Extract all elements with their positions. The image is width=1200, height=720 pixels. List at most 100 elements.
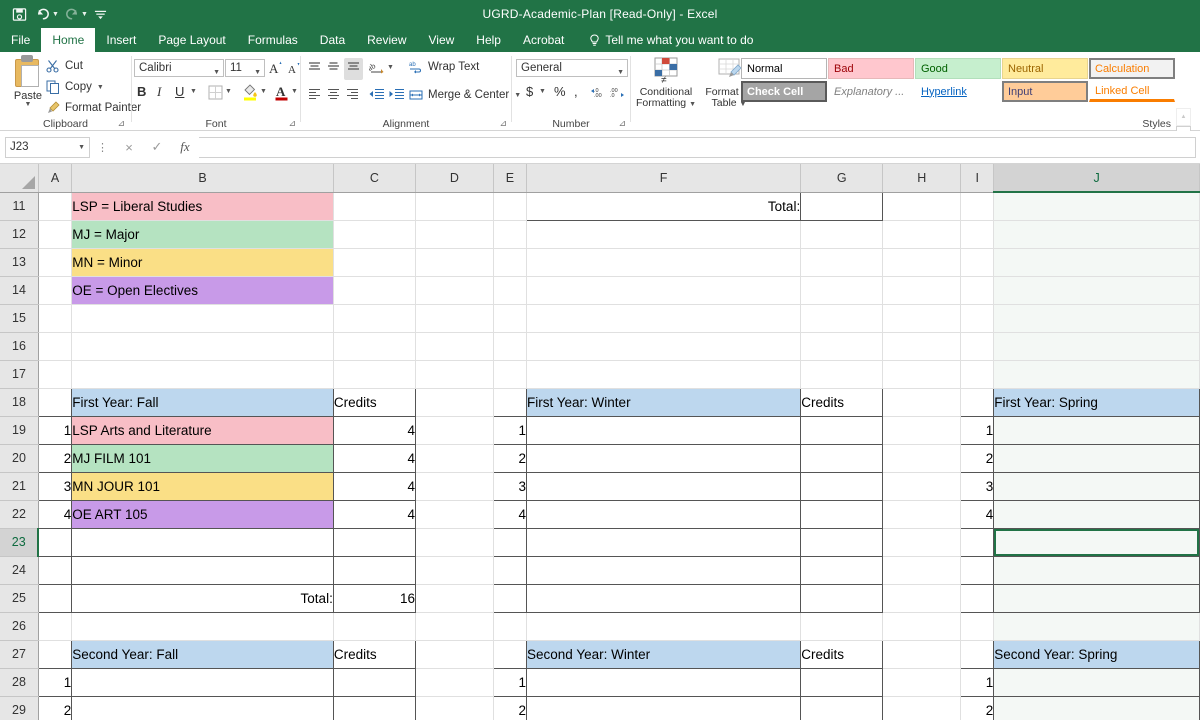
cell-F14[interactable] xyxy=(527,276,801,304)
cell-F24[interactable] xyxy=(527,556,801,584)
cell-H24[interactable] xyxy=(883,556,961,584)
font-size-input[interactable]: 11 ▼ xyxy=(225,59,265,77)
decrease-decimal-button[interactable]: .00.0 xyxy=(610,85,627,102)
tab-review[interactable]: Review xyxy=(356,28,417,52)
name-box[interactable]: J23 ▼ xyxy=(5,137,90,158)
cell-A14[interactable] xyxy=(38,276,71,304)
cell-A27[interactable] xyxy=(38,640,71,668)
cell-F22[interactable] xyxy=(527,500,801,528)
cell-B13[interactable]: MN = Minor xyxy=(72,248,334,276)
cell-C23[interactable] xyxy=(333,528,415,556)
cell-F29[interactable] xyxy=(527,696,801,720)
cell-J18[interactable]: First Year: Spring xyxy=(994,388,1200,416)
cell-C13[interactable] xyxy=(333,248,415,276)
column-header-a[interactable]: A xyxy=(38,164,71,192)
align-center-button[interactable] xyxy=(326,88,341,103)
column-header-h[interactable]: H xyxy=(883,164,961,192)
column-header-b[interactable]: B xyxy=(72,164,334,192)
tab-help[interactable]: Help xyxy=(465,28,512,52)
cell-E12[interactable] xyxy=(493,220,526,248)
cell-C19[interactable]: 4 xyxy=(333,416,415,444)
cell-A28[interactable]: 1 xyxy=(38,668,71,696)
cell-G23[interactable] xyxy=(801,528,883,556)
cell-I18[interactable] xyxy=(961,388,994,416)
cell-G21[interactable] xyxy=(801,472,883,500)
cell-H22[interactable] xyxy=(883,500,961,528)
row-header-28[interactable]: 28 xyxy=(0,668,38,696)
cell-F13[interactable] xyxy=(527,248,801,276)
cell-G12[interactable] xyxy=(801,220,883,248)
cell-B23[interactable] xyxy=(72,528,334,556)
cell-A22[interactable]: 4 xyxy=(38,500,71,528)
cell-A11[interactable] xyxy=(38,192,71,220)
cell-B18[interactable]: First Year: Fall xyxy=(72,388,334,416)
cell-A26[interactable] xyxy=(38,612,71,640)
fill-color-dropdown-icon[interactable]: ▼ xyxy=(260,88,267,95)
row-header-12[interactable]: 12 xyxy=(0,220,38,248)
cell-C25[interactable]: 16 xyxy=(333,584,415,612)
cell-G15[interactable] xyxy=(801,304,883,332)
cell-E26[interactable] xyxy=(493,612,526,640)
cell-C24[interactable] xyxy=(333,556,415,584)
row-header-19[interactable]: 19 xyxy=(0,416,38,444)
cell-E18[interactable] xyxy=(493,388,526,416)
orientation-dropdown-icon[interactable]: ▼ xyxy=(387,64,394,71)
cell-E16[interactable] xyxy=(493,332,526,360)
cell-D11[interactable] xyxy=(415,192,493,220)
paste-dropdown-icon[interactable]: ▼ xyxy=(6,102,50,108)
cell-J11[interactable] xyxy=(994,192,1200,220)
cell-B19[interactable]: LSP Arts and Literature xyxy=(72,416,334,444)
cell-J13[interactable] xyxy=(994,248,1200,276)
cell-C18[interactable]: Credits xyxy=(333,388,415,416)
cell-B25[interactable]: Total: xyxy=(72,584,334,612)
cell-I21[interactable]: 3 xyxy=(961,472,994,500)
cell-style-explanatory[interactable]: Explanatory ... xyxy=(828,81,914,102)
cell-I29[interactable]: 2 xyxy=(961,696,994,720)
currency-format-button[interactable]: $ xyxy=(526,84,533,99)
cell-C22[interactable]: 4 xyxy=(333,500,415,528)
clipboard-dialog-launcher[interactable]: ⊿ xyxy=(117,118,125,129)
cell-C14[interactable] xyxy=(333,276,415,304)
cell-style-hyperlink[interactable]: Hyperlink xyxy=(915,81,1001,102)
row-header-17[interactable]: 17 xyxy=(0,360,38,388)
cell-style-bad[interactable]: Bad xyxy=(828,58,914,79)
tab-insert[interactable]: Insert xyxy=(95,28,147,52)
row-header-18[interactable]: 18 xyxy=(0,388,38,416)
cell-D20[interactable] xyxy=(415,444,493,472)
cell-J16[interactable] xyxy=(994,332,1200,360)
align-top-button[interactable] xyxy=(307,61,322,77)
cell-I26[interactable] xyxy=(961,612,994,640)
cell-I23[interactable] xyxy=(961,528,994,556)
cell-A13[interactable] xyxy=(38,248,71,276)
cell-C12[interactable] xyxy=(333,220,415,248)
cell-J21[interactable] xyxy=(994,472,1200,500)
cell-G11[interactable] xyxy=(801,192,883,220)
cell-I25[interactable] xyxy=(961,584,994,612)
cell-H23[interactable] xyxy=(883,528,961,556)
cell-C28[interactable] xyxy=(333,668,415,696)
row-header-13[interactable]: 13 xyxy=(0,248,38,276)
cell-I11[interactable] xyxy=(961,192,994,220)
cell-D13[interactable] xyxy=(415,248,493,276)
cell-E19[interactable]: 1 xyxy=(493,416,526,444)
align-right-button[interactable] xyxy=(345,88,360,103)
cell-B24[interactable] xyxy=(72,556,334,584)
cell-G18[interactable]: Credits xyxy=(801,388,883,416)
cell-D22[interactable] xyxy=(415,500,493,528)
cell-G16[interactable] xyxy=(801,332,883,360)
cell-F17[interactable] xyxy=(527,360,801,388)
align-middle-button[interactable] xyxy=(326,61,341,77)
borders-button[interactable] xyxy=(208,85,223,103)
select-all-corner[interactable] xyxy=(0,164,38,192)
tab-formulas[interactable]: Formulas xyxy=(237,28,309,52)
font-color-button[interactable]: A xyxy=(274,83,289,104)
cell-I22[interactable]: 4 xyxy=(961,500,994,528)
row-header-26[interactable]: 26 xyxy=(0,612,38,640)
cell-F20[interactable] xyxy=(527,444,801,472)
tab-home[interactable]: Home xyxy=(41,28,95,52)
font-dialog-launcher[interactable]: ⊿ xyxy=(288,118,296,129)
cell-F28[interactable] xyxy=(527,668,801,696)
cell-C27[interactable]: Credits xyxy=(333,640,415,668)
cell-B20[interactable]: MJ FILM 101 xyxy=(72,444,334,472)
cell-E15[interactable] xyxy=(493,304,526,332)
